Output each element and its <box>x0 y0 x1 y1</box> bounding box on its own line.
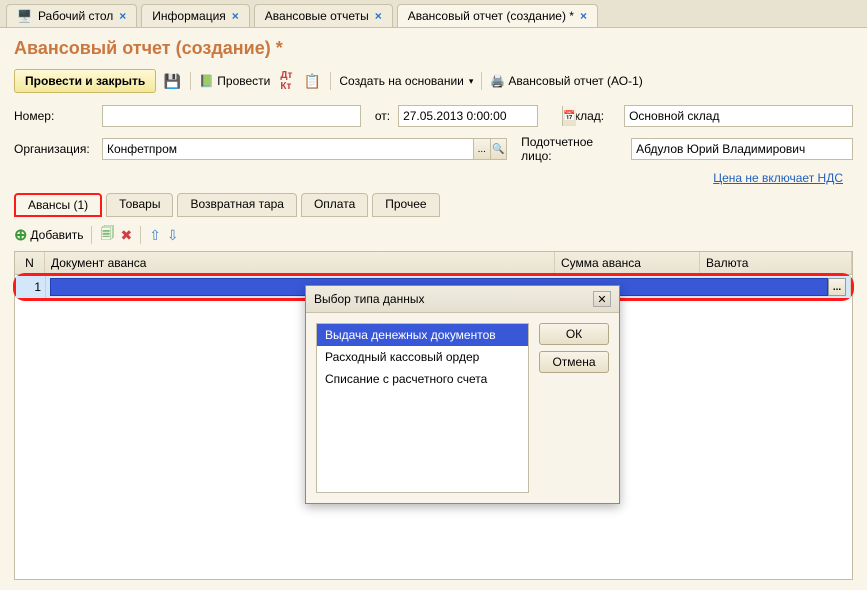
warehouse-input[interactable] <box>625 106 852 126</box>
main-toolbar: Провести и закрыть 💾 📗 Провести ДтКт 📋 С… <box>14 69 853 93</box>
tab-desktop[interactable]: 🖥️ Рабочий стол × <box>6 4 137 27</box>
close-icon[interactable]: × <box>375 9 382 23</box>
post-icon: 📗 <box>199 74 214 88</box>
close-icon[interactable]: ✕ <box>593 291 611 307</box>
grid-header: N Документ аванса Сумма аванса Валюта <box>15 252 852 275</box>
tab-reports[interactable]: Авансовые отчеты × <box>254 4 393 27</box>
select-icon[interactable]: ... <box>473 139 490 159</box>
delete-icon[interactable]: ✖ <box>120 227 132 244</box>
separator <box>91 226 92 244</box>
from-label: от: <box>375 109 390 123</box>
select-document-button[interactable]: ... <box>828 278 846 296</box>
tab-label: Информация <box>152 9 225 23</box>
tab-returnable[interactable]: Возвратная тара <box>177 193 297 217</box>
document-icon[interactable]: 📋 <box>302 71 322 91</box>
page-title: Авансовый отчет (создание) * <box>14 38 853 59</box>
tab-label: Рабочий стол <box>38 9 113 23</box>
copy-icon[interactable]: 🗐 <box>100 223 114 247</box>
dialog-titlebar[interactable]: Выбор типа данных ✕ <box>306 286 619 313</box>
close-icon[interactable]: × <box>119 9 126 23</box>
list-item[interactable]: Выдача денежных документов <box>317 324 528 346</box>
window-tabs: 🖥️ Рабочий стол × Информация × Авансовые… <box>0 0 867 28</box>
dialog-body: Выдача денежных документов Расходный кас… <box>306 313 619 503</box>
dialog-buttons: ОК Отмена <box>539 323 609 493</box>
org-label: Организация: <box>14 142 94 156</box>
option-list[interactable]: Выдача денежных документов Расходный кас… <box>316 323 529 493</box>
save-icon[interactable]: 💾 <box>162 71 182 91</box>
tab-report-create[interactable]: Авансовый отчет (создание) * × <box>397 4 598 27</box>
calendar-icon[interactable]: 📅 <box>562 106 575 126</box>
date-input[interactable] <box>399 106 562 126</box>
tab-other[interactable]: Прочее <box>372 193 439 217</box>
person-input[interactable] <box>632 139 852 159</box>
dialog-title-text: Выбор типа данных <box>314 292 424 306</box>
col-sum[interactable]: Сумма аванса <box>555 252 700 274</box>
separator <box>190 72 191 90</box>
desktop-icon: 🖥️ <box>17 9 32 23</box>
person-label: Подотчетное лицо: <box>521 135 623 163</box>
inner-tabs: Авансы (1) Товары Возвратная тара Оплата… <box>14 193 853 217</box>
grid-toolbar: ⊕ Добавить 🗐 ✖ ⇧ ⇩ <box>14 223 853 247</box>
tab-goods[interactable]: Товары <box>106 193 173 217</box>
form-row-org: Организация: ... 🔍 Подотчетное лицо: <box>14 135 853 163</box>
form-row-number: Номер: от: 📅 Склад: <box>14 105 853 127</box>
post-and-close-button[interactable]: Провести и закрыть <box>14 69 156 93</box>
cancel-button[interactable]: Отмена <box>539 351 609 373</box>
plus-icon: ⊕ <box>14 225 27 245</box>
move-down-icon[interactable]: ⇩ <box>167 227 179 244</box>
tab-payment[interactable]: Оплата <box>301 193 368 217</box>
ok-button[interactable]: ОК <box>539 323 609 345</box>
org-input[interactable] <box>103 139 473 159</box>
separator <box>140 226 141 244</box>
vat-link[interactable]: Цена не включает НДС <box>713 171 843 185</box>
cell-n: 1 <box>16 276 46 298</box>
close-icon[interactable]: × <box>232 9 239 23</box>
list-item[interactable]: Расходный кассовый ордер <box>317 346 528 368</box>
close-icon[interactable]: × <box>580 9 587 23</box>
separator <box>481 72 482 90</box>
col-document[interactable]: Документ аванса <box>45 252 555 274</box>
tab-label: Авансовый отчет (создание) * <box>408 9 574 23</box>
printer-icon: 🖨️ <box>490 74 505 88</box>
separator <box>330 72 331 90</box>
tab-info[interactable]: Информация × <box>141 4 250 27</box>
col-number[interactable]: N <box>15 252 45 274</box>
tab-advances[interactable]: Авансы (1) <box>14 193 102 217</box>
tab-label: Авансовые отчеты <box>265 9 369 23</box>
create-based-button[interactable]: Создать на основании <box>339 74 473 88</box>
post-button[interactable]: 📗 Провести <box>199 74 270 88</box>
add-button[interactable]: ⊕ Добавить <box>14 225 83 245</box>
number-input[interactable] <box>103 106 266 126</box>
col-currency[interactable]: Валюта <box>700 252 852 274</box>
type-select-dialog: Выбор типа данных ✕ Выдача денежных доку… <box>305 285 620 504</box>
list-item[interactable]: Списание с расчетного счета <box>317 368 528 390</box>
dt-kt-icon[interactable]: ДтКт <box>276 71 296 91</box>
move-up-icon[interactable]: ⇧ <box>149 227 161 244</box>
search-icon[interactable]: 🔍 <box>490 139 507 159</box>
number-label: Номер: <box>14 109 94 123</box>
print-form-button[interactable]: 🖨️ Авансовый отчет (АО-1) <box>490 74 642 88</box>
